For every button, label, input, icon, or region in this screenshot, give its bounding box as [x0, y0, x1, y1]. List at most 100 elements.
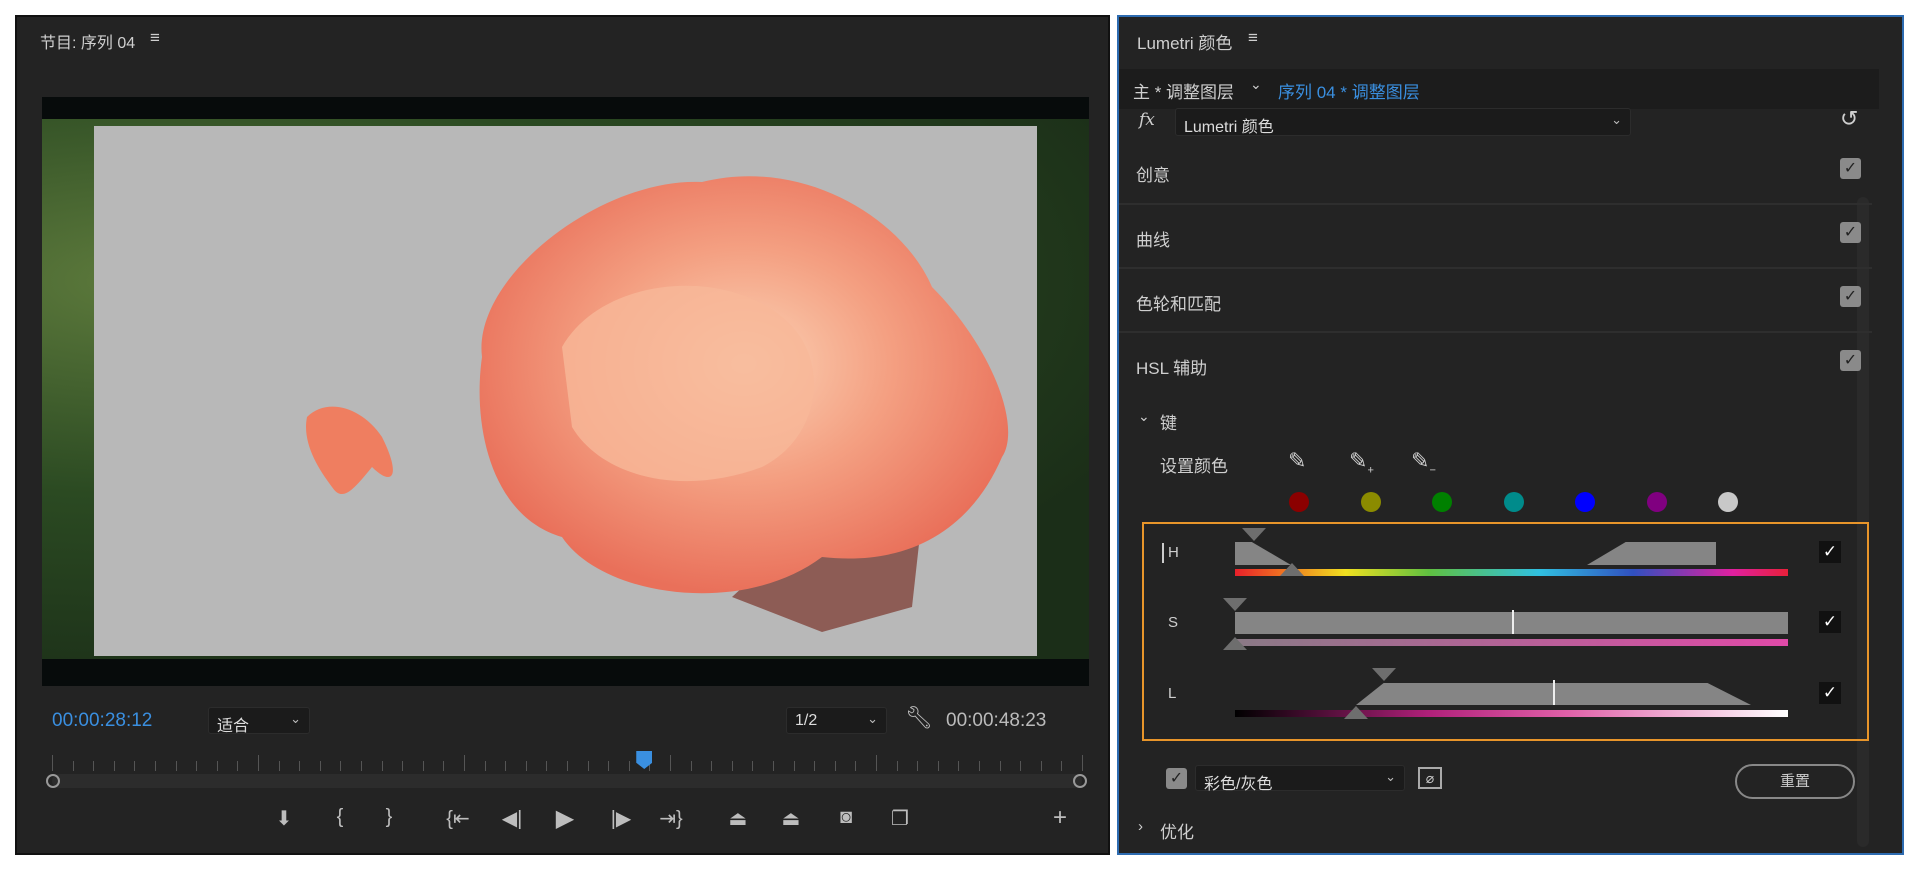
in-point-handle[interactable] — [46, 774, 60, 788]
display-mode-checkbox[interactable]: ✓ — [1166, 768, 1187, 789]
chevron-right-icon[interactable]: › — [1138, 818, 1143, 835]
comparison-view-button[interactable]: ❐ — [885, 806, 915, 831]
key-subsection[interactable]: 键 — [1160, 409, 1177, 434]
ruler-tick — [114, 761, 115, 771]
add-button-plus-icon[interactable]: + — [1045, 804, 1075, 832]
zoom-level-value: 适合 — [217, 718, 249, 735]
color-swatch[interactable] — [1575, 492, 1595, 512]
color-swatch[interactable] — [1504, 492, 1524, 512]
ruler-tick — [1041, 761, 1042, 771]
hue-label: H — [1168, 544, 1179, 561]
refine-subsection[interactable]: 优化 — [1160, 818, 1194, 843]
saturation-enable-checkbox[interactable]: ✓ — [1819, 611, 1841, 633]
ruler-tick — [361, 761, 362, 771]
video-preview[interactable] — [42, 97, 1089, 686]
ruler-tick — [608, 761, 609, 771]
resolution-value: 1/2 — [795, 712, 817, 729]
ruler-tick — [217, 761, 218, 771]
current-timecode[interactable]: 00:00:28:12 — [52, 710, 152, 732]
ruler-tick — [73, 761, 74, 771]
saturation-range-handle[interactable] — [1223, 598, 1247, 611]
source-clip-tab[interactable]: 主 * 调整图层 — [1133, 78, 1234, 103]
extract-button[interactable]: ⏏︎ — [776, 806, 806, 831]
reset-effect-icon[interactable]: ↺ — [1840, 106, 1858, 132]
chevron-down-icon: ⌄ — [1611, 112, 1622, 128]
mark-in-button[interactable]: { — [325, 806, 355, 829]
saturation-center — [1512, 610, 1514, 634]
ruler-tick — [443, 761, 444, 771]
scrub-bar[interactable] — [52, 774, 1082, 788]
invert-mask-icon[interactable]: ⌀ — [1418, 767, 1442, 789]
color-swatch[interactable] — [1361, 492, 1381, 512]
play-button[interactable]: ▶︎ — [550, 804, 580, 833]
step-forward-button[interactable]: |▶︎ — [606, 806, 636, 831]
panel-menu-icon[interactable]: ≡ — [1248, 28, 1258, 48]
wrench-icon[interactable]: 🔧︎ — [905, 705, 933, 731]
hue-enable-checkbox[interactable]: ✓ — [1819, 541, 1841, 563]
hue-range-handle[interactable] — [1242, 528, 1266, 541]
section-hsl-secondary[interactable]: HSL 辅助 — [1136, 354, 1207, 379]
effect-dropdown[interactable]: Lumetri 颜色⌄ — [1175, 108, 1631, 136]
go-to-in-button[interactable]: {⇤ — [443, 806, 473, 831]
add-marker-button[interactable]: ⬇︎ — [269, 806, 299, 831]
ruler-tick — [1061, 761, 1062, 771]
sequence-clip-tab[interactable]: 序列 04 * 调整图层 — [1278, 78, 1420, 103]
eyedropper-subtract-icon[interactable]: ✎− — [1411, 448, 1436, 476]
ruler-tick — [835, 761, 836, 771]
section-creative[interactable]: 创意 — [1136, 161, 1170, 186]
lightness-spectrum — [1235, 710, 1788, 717]
saturation-label: S — [1168, 614, 1178, 631]
color-wheels-enable-checkbox[interactable]: ✓ — [1840, 286, 1861, 307]
color-swatch[interactable] — [1289, 492, 1309, 512]
saturation-spectrum — [1235, 639, 1788, 646]
eyedropper-add-icon[interactable]: ✎+ — [1349, 448, 1374, 476]
ruler-tick — [979, 761, 980, 771]
chevron-down-icon[interactable]: ⌄ — [1138, 408, 1150, 425]
color-swatch[interactable] — [1432, 492, 1452, 512]
ruler-tick — [196, 761, 197, 771]
ruler-tick — [423, 761, 424, 771]
ruler-tick — [732, 761, 733, 771]
color-swatch[interactable] — [1718, 492, 1738, 512]
color-swatch[interactable] — [1647, 492, 1667, 512]
section-curves[interactable]: 曲线 — [1136, 226, 1170, 251]
saturation-softness-handle[interactable] — [1223, 637, 1247, 650]
lightness-enable-checkbox[interactable]: ✓ — [1819, 682, 1841, 704]
ruler-tick — [814, 761, 815, 771]
go-to-out-button[interactable]: ⇥} — [656, 806, 686, 831]
ruler-tick — [567, 761, 568, 771]
chevron-down-icon: ⌄ — [867, 711, 878, 727]
ruler-tick — [176, 761, 177, 771]
zoom-level-dropdown[interactable]: 适合⌄ — [208, 707, 310, 734]
ruler-tick — [340, 761, 341, 771]
panel-menu-icon[interactable]: ≡ — [150, 28, 160, 48]
set-color-label: 设置颜色 — [1160, 452, 1228, 477]
ruler-tick — [464, 755, 465, 771]
hue-softness-handle[interactable] — [1280, 563, 1304, 576]
ruler-tick — [526, 761, 527, 771]
creative-enable-checkbox[interactable]: ✓ — [1840, 158, 1861, 179]
fx-label: fx — [1139, 110, 1155, 130]
ruler-tick — [917, 761, 918, 771]
ruler-tick — [629, 761, 630, 771]
hsl-enable-checkbox[interactable]: ✓ — [1840, 350, 1861, 371]
mark-out-button[interactable]: } — [374, 806, 404, 829]
chevron-down-icon[interactable]: ⌄ — [1250, 76, 1262, 93]
ruler-tick — [1082, 755, 1083, 771]
out-point-handle[interactable] — [1073, 774, 1087, 788]
time-ruler[interactable] — [52, 755, 1082, 771]
export-frame-camera-icon[interactable]: ◙ — [831, 806, 861, 829]
reset-button[interactable]: 重置 — [1735, 764, 1855, 799]
curves-enable-checkbox[interactable]: ✓ — [1840, 222, 1861, 243]
display-mode-dropdown[interactable]: 彩色/灰色⌄ — [1195, 765, 1405, 791]
eyedropper-icon[interactable]: ✎ — [1288, 448, 1306, 474]
resolution-dropdown[interactable]: 1/2 ⌄ — [786, 707, 887, 734]
lightness-softness-handle[interactable] — [1344, 706, 1368, 719]
section-color-wheels[interactable]: 色轮和匹配 — [1136, 290, 1221, 315]
lightness-range-handle[interactable] — [1372, 668, 1396, 681]
lift-button[interactable]: ⏏︎ — [723, 806, 753, 831]
ruler-tick — [1000, 761, 1001, 771]
lumetri-panel-title: Lumetri 颜色 — [1137, 29, 1232, 54]
ruler-tick — [1020, 761, 1021, 771]
step-back-button[interactable]: ◀︎| — [497, 806, 527, 831]
